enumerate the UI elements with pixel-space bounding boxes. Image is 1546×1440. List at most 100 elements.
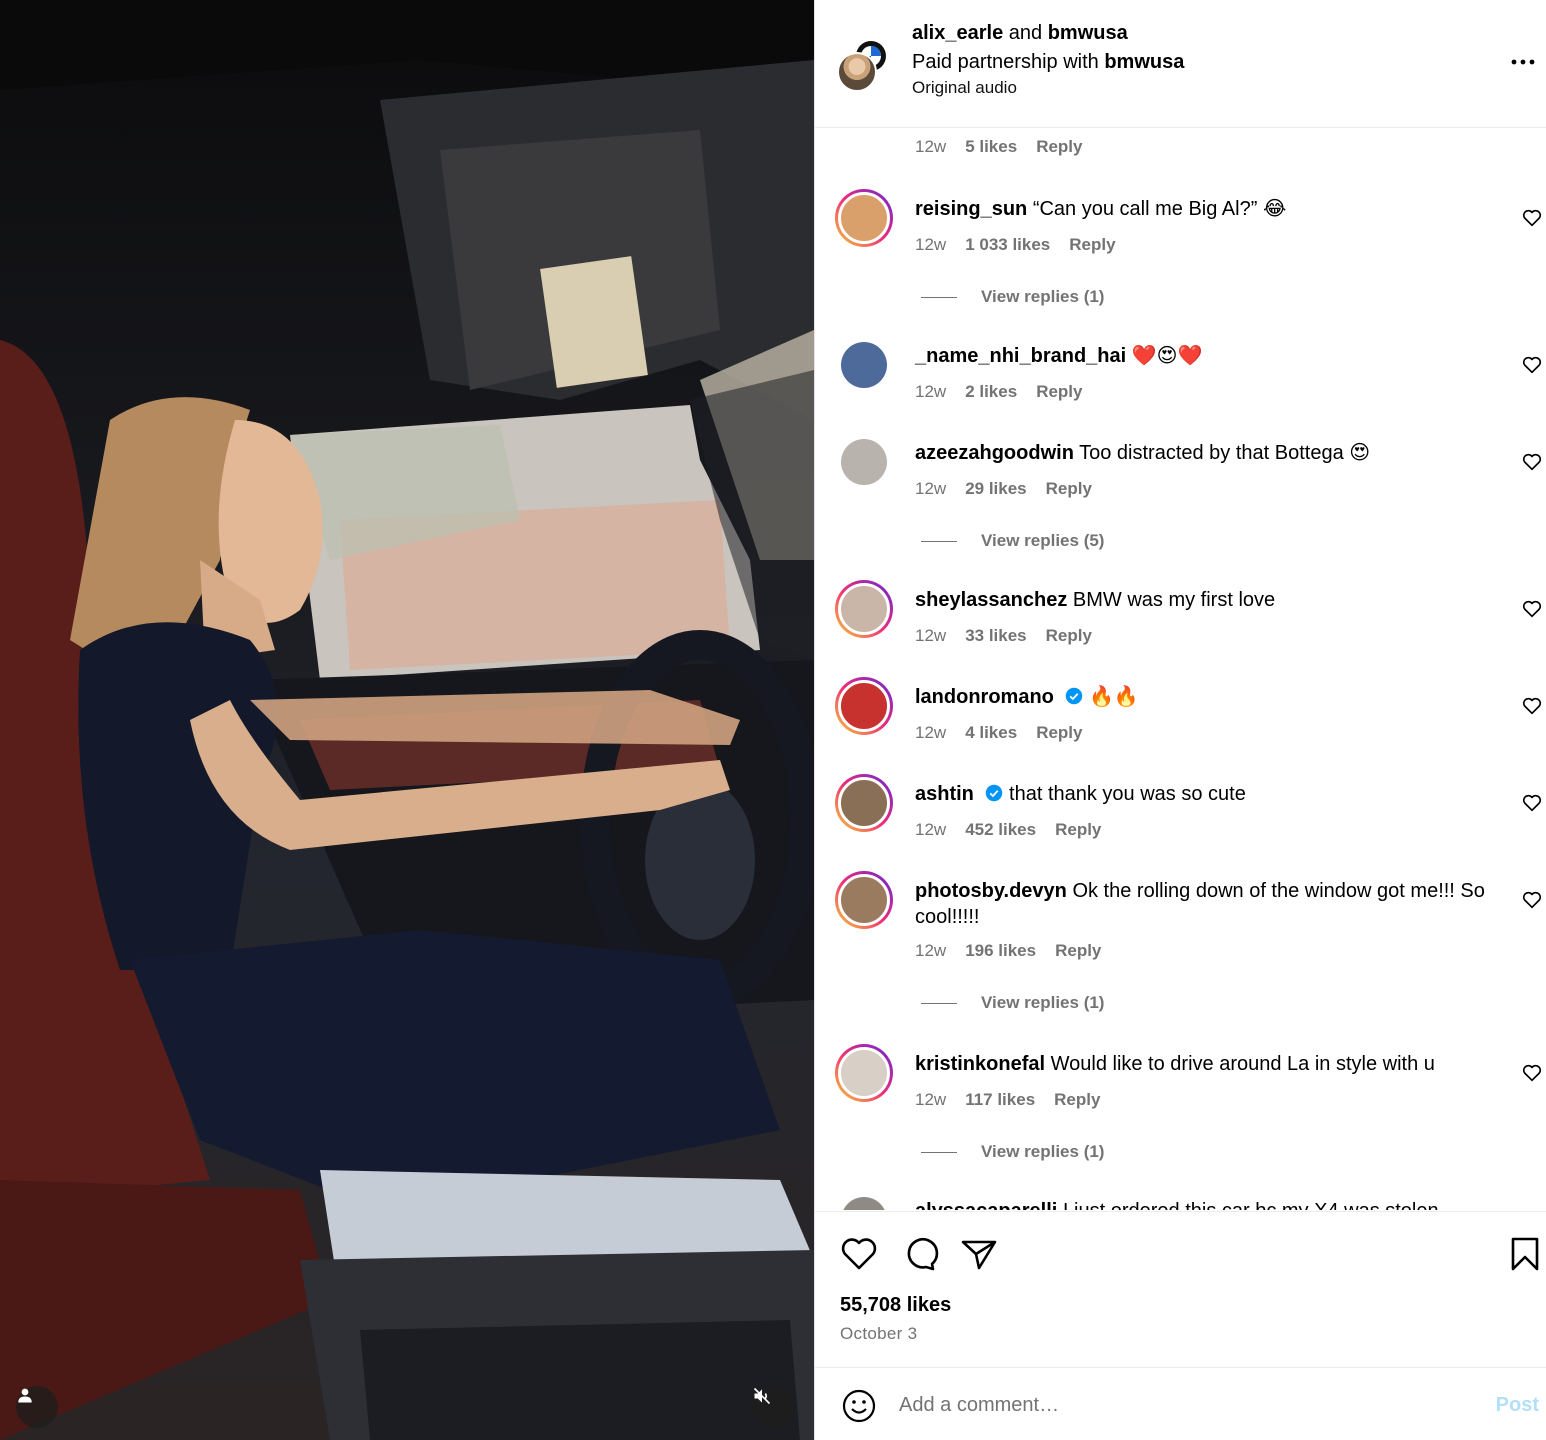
author-avatars[interactable] bbox=[837, 36, 893, 92]
partner-username[interactable]: bmwusa bbox=[1104, 51, 1184, 73]
view-replies-button[interactable]: View replies (1) bbox=[921, 993, 1104, 1013]
commenter-avatar[interactable] bbox=[835, 189, 893, 247]
comment-likes[interactable]: 1 033 likes bbox=[965, 235, 1050, 255]
comment-heart-icon[interactable] bbox=[1521, 695, 1543, 717]
likes-count[interactable]: 55,708 likes bbox=[840, 1294, 951, 1317]
reply-button[interactable]: Reply bbox=[1055, 820, 1101, 840]
verified-badge-icon bbox=[1066, 687, 1083, 705]
commenter-username[interactable]: ashtin bbox=[915, 783, 974, 805]
comment-heart-icon[interactable] bbox=[1521, 1062, 1543, 1084]
comment-emoji: 🔥🔥 bbox=[1089, 686, 1139, 708]
reply-button[interactable]: Reply bbox=[1054, 1090, 1100, 1110]
reply-button[interactable]: Reply bbox=[1046, 479, 1092, 499]
comment-time: 12w bbox=[915, 1090, 947, 1109]
commenter-avatar[interactable] bbox=[835, 774, 893, 832]
post-comment-button[interactable]: Post bbox=[1496, 1394, 1539, 1417]
more-options-button[interactable] bbox=[1509, 48, 1537, 76]
comment-likes[interactable]: 5 likes bbox=[965, 137, 1017, 157]
replies-divider bbox=[921, 1151, 957, 1153]
comment-meta: 12w 196 likes Reply bbox=[915, 941, 1101, 961]
comment-likes[interactable]: 117 likes bbox=[965, 1090, 1035, 1110]
commenter-avatar[interactable] bbox=[841, 439, 887, 485]
post-authors: alix_earle and bmwusa bbox=[912, 22, 1128, 45]
author-username[interactable]: alix_earle bbox=[912, 22, 1003, 44]
comment-body: kristinkonefal Would like to drive aroun… bbox=[915, 1051, 1515, 1077]
share-icon[interactable] bbox=[959, 1234, 999, 1274]
commenter-avatar[interactable] bbox=[835, 1044, 893, 1102]
comment-body: alyssacaparelli I just ordered this car … bbox=[915, 1198, 1515, 1210]
reply-button[interactable]: Reply bbox=[1036, 382, 1082, 402]
comment-time: 12w bbox=[915, 382, 947, 401]
comment-time: 12w bbox=[915, 479, 947, 498]
comment-meta: 12w 4 likes Reply bbox=[915, 723, 1082, 743]
commenter-username[interactable]: landonromano bbox=[915, 686, 1054, 708]
comment-meta: 12w 2 likes Reply bbox=[915, 382, 1082, 402]
mute-toggle-button[interactable] bbox=[752, 1386, 794, 1428]
bookmark-icon[interactable] bbox=[1505, 1234, 1545, 1274]
commenter-username[interactable]: photosby.devyn bbox=[915, 880, 1067, 902]
commenter-avatar[interactable] bbox=[841, 342, 887, 388]
comment-likes[interactable]: 29 likes bbox=[965, 479, 1026, 499]
verified-badge-icon bbox=[986, 784, 1003, 802]
video-frame bbox=[0, 0, 814, 1440]
comment-heart-icon[interactable] bbox=[1521, 451, 1543, 473]
commenter-username[interactable]: reising_sun bbox=[915, 198, 1027, 220]
comment-meta: 12w 117 likes Reply bbox=[915, 1090, 1100, 1110]
comment-time: 12w bbox=[915, 941, 947, 960]
comment-meta: 12w 5 likes Reply bbox=[915, 137, 1082, 157]
reply-button[interactable]: Reply bbox=[1036, 137, 1082, 157]
comments-list[interactable]: 12w 5 likes Reply reising_sun “Can you c… bbox=[815, 129, 1546, 1210]
comment-likes[interactable]: 33 likes bbox=[965, 626, 1026, 646]
commenter-username[interactable]: _name_nhi_brand_hai bbox=[915, 345, 1126, 367]
reply-button[interactable]: Reply bbox=[1036, 723, 1082, 743]
heart-icon[interactable] bbox=[839, 1234, 879, 1274]
replies-divider bbox=[921, 1002, 957, 1004]
view-replies-button[interactable]: View replies (5) bbox=[921, 531, 1104, 551]
comment-text: “Can you call me Big Al?” bbox=[1032, 198, 1258, 220]
comment-meta: 12w 452 likes Reply bbox=[915, 820, 1101, 840]
replies-divider bbox=[921, 540, 957, 542]
view-replies-button[interactable]: View replies (1) bbox=[921, 1142, 1104, 1162]
post-date: October 3 bbox=[840, 1324, 918, 1343]
comment-heart-icon[interactable] bbox=[1521, 889, 1543, 911]
replies-divider bbox=[921, 296, 957, 298]
comment-heart-icon[interactable] bbox=[1521, 792, 1543, 814]
comment-emoji: ❤️😍❤️ bbox=[1131, 345, 1203, 367]
commenter-username[interactable]: kristinkonefal bbox=[915, 1053, 1045, 1075]
author-and-text: and bbox=[1008, 22, 1043, 44]
coauthor-username[interactable]: bmwusa bbox=[1048, 22, 1128, 44]
comment-input[interactable] bbox=[899, 1386, 1459, 1424]
view-replies-button[interactable]: View replies (1) bbox=[921, 287, 1104, 307]
audio-label[interactable]: Original audio bbox=[912, 78, 1017, 98]
tagged-users-button[interactable] bbox=[16, 1386, 58, 1428]
comment-body: photosby.devyn Ok the rolling down of th… bbox=[915, 878, 1495, 930]
commenter-username[interactable]: sheylassanchez bbox=[915, 589, 1067, 611]
commenter-username[interactable]: alyssacaparelli bbox=[915, 1200, 1057, 1210]
comment-likes[interactable]: 452 likes bbox=[965, 820, 1036, 840]
comment-body: reising_sun “Can you call me Big Al?” 😂 bbox=[915, 196, 1515, 222]
comment-likes[interactable]: 2 likes bbox=[965, 382, 1017, 402]
comment-likes[interactable]: 196 likes bbox=[965, 941, 1036, 961]
paid-partnership-label: Paid partnership with bmwusa bbox=[912, 51, 1184, 74]
alix-earle-avatar[interactable] bbox=[837, 52, 877, 92]
commenter-username[interactable]: azeezahgoodwin bbox=[915, 442, 1074, 464]
smiley-icon[interactable] bbox=[841, 1388, 877, 1424]
commenter-avatar[interactable] bbox=[835, 677, 893, 735]
comment-time: 12w bbox=[915, 820, 947, 839]
video-player[interactable] bbox=[0, 0, 814, 1440]
comment-time: 12w bbox=[915, 235, 947, 254]
comment-heart-icon[interactable] bbox=[1521, 354, 1543, 376]
commenter-avatar[interactable] bbox=[835, 871, 893, 929]
comment-emoji: 😍 bbox=[1349, 442, 1371, 464]
muted-speaker-icon bbox=[753, 1387, 771, 1405]
commenter-avatar[interactable] bbox=[835, 580, 893, 638]
view-replies-label: View replies (1) bbox=[981, 1142, 1105, 1161]
reply-button[interactable]: Reply bbox=[1046, 626, 1092, 646]
reply-button[interactable]: Reply bbox=[1069, 235, 1115, 255]
comment-heart-icon[interactable] bbox=[1521, 207, 1543, 229]
comment-heart-icon[interactable] bbox=[1521, 598, 1543, 620]
reply-button[interactable]: Reply bbox=[1055, 941, 1101, 961]
commenter-avatar[interactable] bbox=[841, 1197, 887, 1210]
comment-icon[interactable] bbox=[899, 1234, 939, 1274]
comment-likes[interactable]: 4 likes bbox=[965, 723, 1017, 743]
